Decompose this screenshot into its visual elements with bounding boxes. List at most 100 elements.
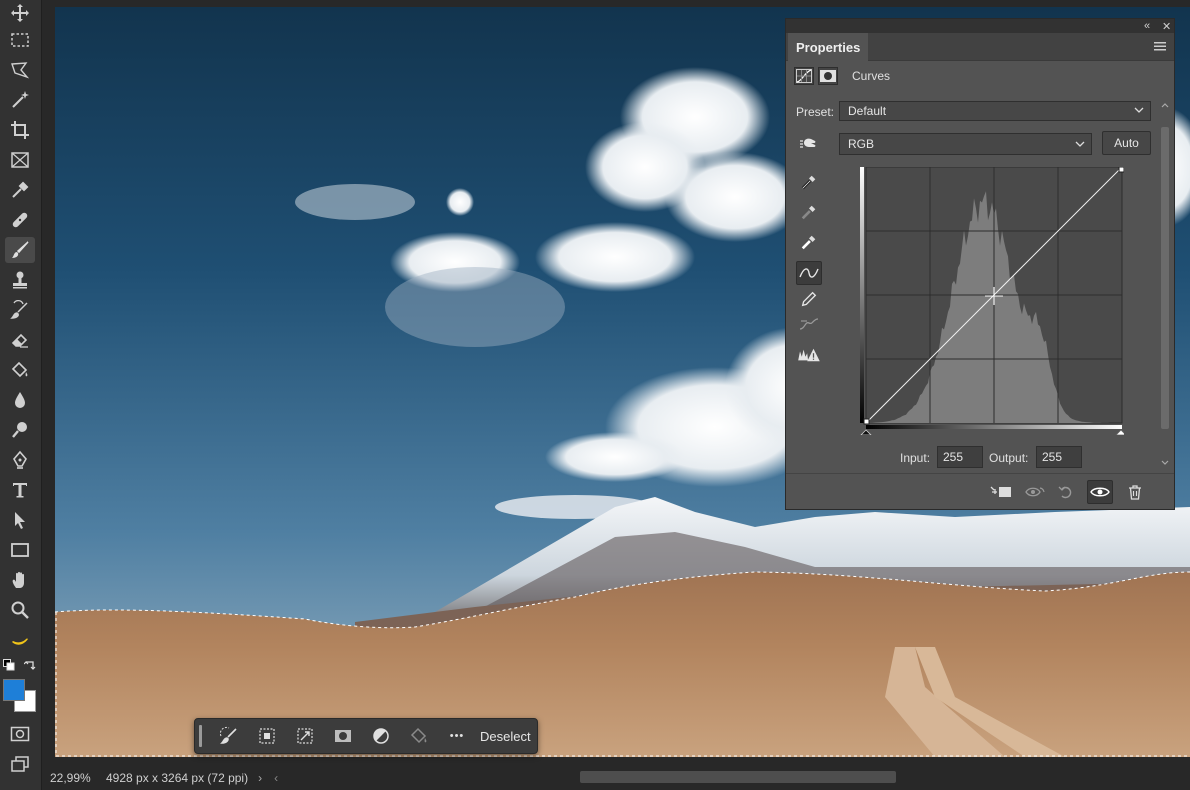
- edit-points-tool[interactable]: [796, 261, 822, 285]
- document-info: 4928 px x 3264 px (72 ppi): [106, 771, 249, 785]
- curves-graph[interactable]: [860, 167, 1124, 435]
- dodge-icon: [12, 422, 27, 438]
- reset-icon: [1058, 486, 1072, 499]
- clone-stamp-tool[interactable]: [5, 267, 35, 293]
- panel-menu-icon[interactable]: [1154, 40, 1166, 54]
- curves-adjustment-icon[interactable]: [794, 67, 814, 85]
- hand-icon: [12, 571, 24, 588]
- fill-selection-button[interactable]: [400, 718, 438, 754]
- adjustment-name: Curves: [852, 69, 891, 83]
- curve-points-icon: [799, 268, 819, 278]
- default-colors-icon[interactable]: [3, 659, 15, 671]
- eye-previous-icon: [1025, 487, 1045, 497]
- quick-mask-button[interactable]: [5, 721, 35, 747]
- delete-adjustment-button[interactable]: [1122, 480, 1148, 504]
- refine-selection-button[interactable]: [248, 718, 286, 754]
- adjustment-icon: [373, 728, 389, 744]
- clipping-warning-button[interactable]: [796, 343, 822, 367]
- type-tool[interactable]: [5, 477, 35, 503]
- zoom-tool[interactable]: [5, 597, 35, 623]
- magic-wand-tool[interactable]: [5, 87, 35, 113]
- white-point-slider[interactable]: [1115, 429, 1124, 435]
- move-tool[interactable]: [5, 0, 35, 26]
- eraser-tool[interactable]: [5, 327, 35, 353]
- preset-dropdown[interactable]: Default: [839, 101, 1151, 121]
- banana-icon: [12, 638, 28, 645]
- draw-curve-tool[interactable]: [796, 287, 822, 311]
- create-mask-button[interactable]: [324, 718, 362, 754]
- panel-scrollbar[interactable]: [1160, 99, 1170, 471]
- polygonal-lasso-tool[interactable]: [5, 57, 35, 83]
- hand-tool[interactable]: [5, 567, 35, 593]
- close-panel-icon[interactable]: ✕: [1162, 20, 1171, 33]
- output-field[interactable]: 255: [1036, 446, 1082, 468]
- panel-tab-row: Properties: [786, 33, 1174, 61]
- healing-brush-tool[interactable]: [5, 207, 35, 233]
- bandage-icon: [12, 212, 28, 228]
- path-selection-tool[interactable]: [5, 507, 35, 533]
- scroll-thumb[interactable]: [1161, 127, 1169, 429]
- input-field[interactable]: 255: [937, 446, 983, 468]
- zoom-level[interactable]: 22,99%: [50, 771, 98, 785]
- frame-tool[interactable]: [5, 147, 35, 173]
- brush-tool[interactable]: [5, 237, 35, 263]
- adjustment-header: Curves: [794, 67, 890, 85]
- clip-to-layer-button[interactable]: [988, 480, 1014, 504]
- auto-button[interactable]: Auto: [1102, 131, 1151, 155]
- collapse-panel-icon[interactable]: «: [1144, 20, 1150, 32]
- rectangular-marquee-tool[interactable]: [5, 27, 35, 53]
- layer-mask-icon[interactable]: [818, 67, 838, 85]
- screen-mode-button[interactable]: [5, 751, 35, 777]
- drag-handle[interactable]: [199, 725, 202, 747]
- transform-selection-button[interactable]: [286, 718, 324, 754]
- foreground-color-swatch[interactable]: [3, 679, 25, 701]
- pen-tool[interactable]: [5, 447, 35, 473]
- output-gradient-bar: [860, 167, 864, 423]
- blur-tool[interactable]: [5, 387, 35, 413]
- scroll-down-icon[interactable]: [1160, 459, 1170, 467]
- dodge-tool[interactable]: [5, 417, 35, 443]
- target-hand-icon: [800, 138, 816, 148]
- curve-point-white[interactable]: [1118, 167, 1124, 173]
- crop-tool[interactable]: [5, 117, 35, 143]
- status-menu-arrow[interactable]: ›: [258, 771, 262, 785]
- black-point-eyedropper[interactable]: [796, 170, 822, 194]
- toggle-visibility-button[interactable]: [1087, 480, 1113, 504]
- mask-icon: [335, 730, 351, 742]
- modify-selection-button[interactable]: [210, 718, 248, 754]
- black-point-slider[interactable]: [860, 429, 872, 435]
- scroll-up-icon[interactable]: [1160, 101, 1170, 109]
- smooth-curve-button[interactable]: [796, 313, 822, 337]
- banana-tool[interactable]: [5, 627, 35, 653]
- gray-point-eyedropper[interactable]: [796, 200, 822, 224]
- paint-bucket-tool[interactable]: [5, 357, 35, 383]
- on-image-adjustment-tool[interactable]: [796, 131, 822, 155]
- trash-icon: [1129, 485, 1141, 500]
- move-icon: [11, 4, 29, 22]
- reset-adjustment-button[interactable]: [1054, 480, 1080, 504]
- rectangle-tool[interactable]: [5, 537, 35, 563]
- refine-edge-icon: [259, 728, 275, 744]
- curve-point-black[interactable]: [863, 418, 870, 425]
- deselect-button[interactable]: Deselect: [480, 729, 531, 744]
- more-options-button[interactable]: •••: [438, 718, 476, 754]
- brush-icon: [12, 241, 29, 258]
- tab-properties[interactable]: Properties: [788, 33, 869, 61]
- marquee-icon: [11, 33, 29, 47]
- black-eyedropper-icon: [801, 175, 816, 190]
- scroll-left-icon[interactable]: ‹: [274, 771, 278, 785]
- stamp-icon: [13, 271, 27, 289]
- fill-icon: [410, 727, 427, 744]
- swap-colors-icon[interactable]: [23, 659, 36, 671]
- horizontal-scrollbar[interactable]: [580, 771, 896, 783]
- chevron-down-icon: [1134, 107, 1144, 113]
- crop-icon: [11, 121, 29, 139]
- white-point-eyedropper[interactable]: [796, 230, 822, 254]
- output-label: Output:: [989, 451, 1029, 465]
- pencil-icon: [801, 291, 817, 307]
- view-previous-state-button[interactable]: [1022, 480, 1048, 504]
- eyedropper-tool[interactable]: [5, 177, 35, 203]
- adjustment-layer-button[interactable]: [362, 718, 400, 754]
- history-brush-tool[interactable]: [5, 297, 35, 323]
- channel-dropdown[interactable]: RGB: [839, 133, 1092, 155]
